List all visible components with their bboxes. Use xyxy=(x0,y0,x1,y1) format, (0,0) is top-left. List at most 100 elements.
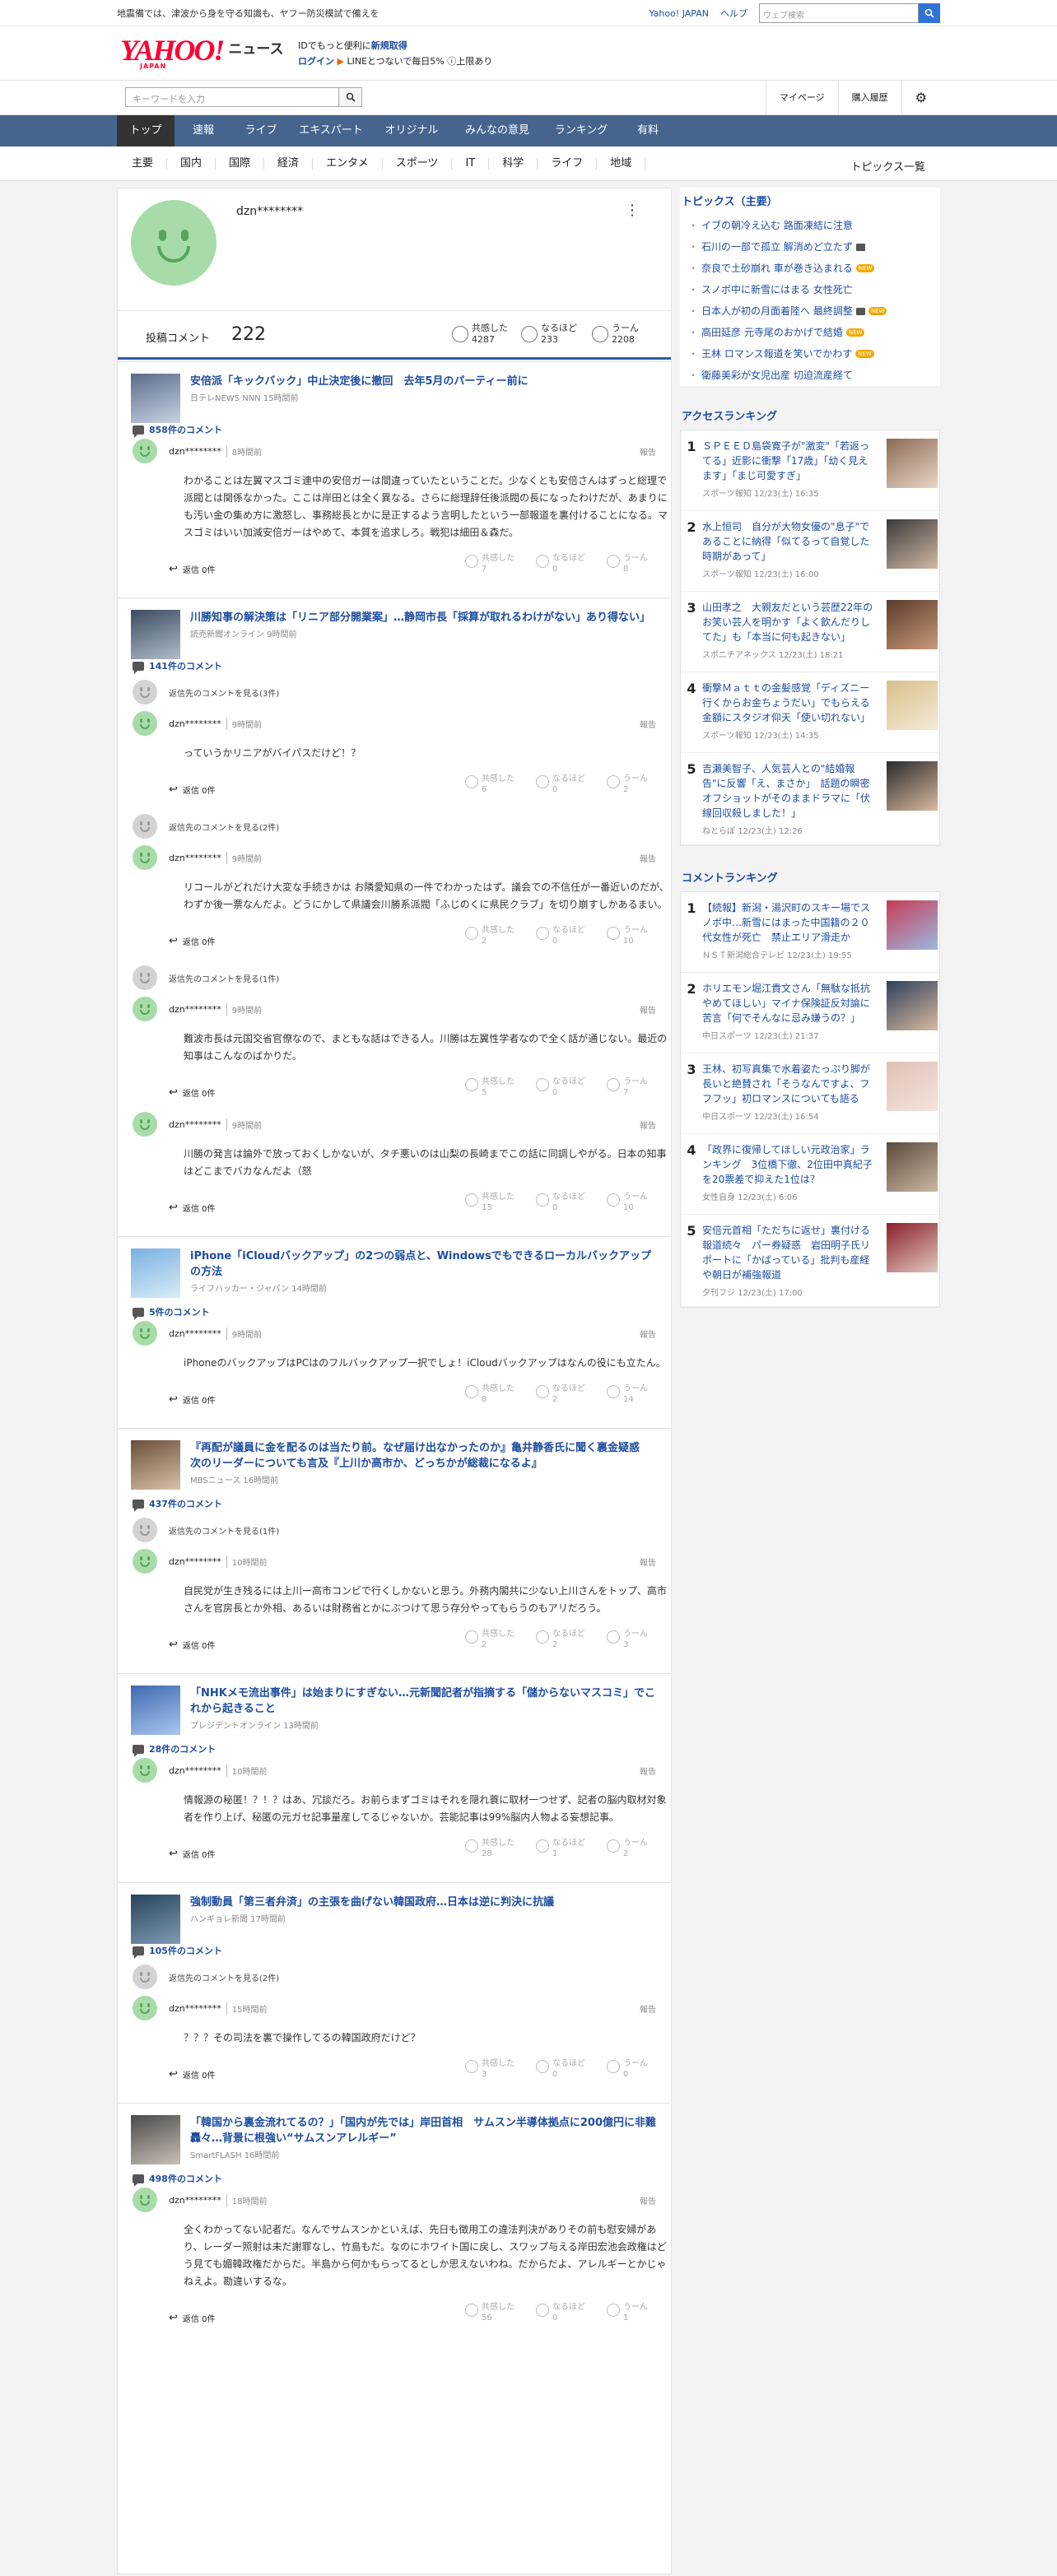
reply-button[interactable]: ↩ 返信 0件 xyxy=(169,935,215,947)
agree-button[interactable]: 共感した 13 xyxy=(465,1192,515,1213)
web-search-input[interactable]: ウェブ検索 xyxy=(759,3,919,23)
comment-count-link[interactable]: 858件のコメント xyxy=(118,412,671,438)
agree-button[interactable]: 共感した 2 xyxy=(465,925,515,946)
article-thumbnail[interactable] xyxy=(131,1248,180,1298)
keyword-input[interactable]: キーワードを入力 xyxy=(125,87,339,107)
report-link[interactable]: 報告 xyxy=(640,1555,656,1568)
article-thumbnail[interactable] xyxy=(131,2115,180,2164)
hmm-button[interactable]: うーん 8 xyxy=(607,553,648,574)
cat-world[interactable]: 国際 xyxy=(216,158,265,170)
comment-author[interactable]: dzn******** xyxy=(169,2195,221,2206)
nod-button[interactable]: なるほど 0 xyxy=(536,553,585,574)
hmm-button[interactable]: うーん 7 xyxy=(607,1076,648,1098)
gnav-breaking[interactable]: 速報 xyxy=(175,115,232,146)
nod-button[interactable]: なるほど 0 xyxy=(536,774,585,795)
ranking-item[interactable]: 5 安倍元首相「ただちに返せ」裏付ける報道続々 パー券疑惑 岩田明子氏リポートに… xyxy=(681,1215,939,1307)
report-link[interactable]: 報告 xyxy=(640,1118,656,1131)
ranking-item[interactable]: 5 吉瀬美智子、人気芸人との"結婚報告"に反響「え、まさか」 話題の瞬密オフショ… xyxy=(681,753,939,845)
view-parent-comment[interactable]: 返信先のコメントを見る(1件) xyxy=(133,961,656,994)
agree-button[interactable]: 共感した 8 xyxy=(465,1383,515,1405)
topic-item[interactable]: 衛藤美彩が女児出産 切迫流産経て xyxy=(680,365,940,386)
agree-button[interactable]: 共感した 5 xyxy=(465,1076,515,1098)
mypage-link[interactable]: マイページ xyxy=(765,81,838,115)
article-title-link[interactable]: 安倍派「キックバック」中止決定後に撤回 去年5月のパーティー前に xyxy=(190,374,658,389)
cat-main[interactable]: 主要 xyxy=(117,158,168,170)
cat-domestic[interactable]: 国内 xyxy=(167,158,217,170)
article-thumbnail[interactable] xyxy=(131,1686,180,1735)
cat-it[interactable]: IT xyxy=(452,158,490,170)
article-title-link[interactable]: 「韓国から裏金流れてるの？」「国内が先では」岸田首相 サムスン半導体拠点に200… xyxy=(190,2115,658,2146)
hmm-button[interactable]: うーん 1 xyxy=(607,2302,648,2323)
yahoo-news-logo[interactable]: YAHOO! JAPAN ニュース xyxy=(120,35,284,70)
article-title-link[interactable]: 「NHKメモ流出事件」は始まりにすぎない…元新聞記者が指摘する「儲からないマスコ… xyxy=(190,1686,658,1717)
comment-count-link[interactable]: 105件のコメント xyxy=(118,1932,671,1959)
gnav-original[interactable]: オリジナル xyxy=(372,115,451,146)
nod-button[interactable]: なるほど 0 xyxy=(536,1192,585,1213)
agree-button[interactable]: 共感した 6 xyxy=(465,774,515,795)
comment-count-link[interactable]: 498件のコメント xyxy=(118,2160,671,2187)
reply-button[interactable]: ↩ 返信 0件 xyxy=(169,563,215,575)
agree-button[interactable]: 共感した 3 xyxy=(465,2058,515,2080)
reply-button[interactable]: ↩ 返信 0件 xyxy=(169,783,215,796)
nod-button[interactable]: なるほど 2 xyxy=(536,1629,585,1650)
nod-button[interactable]: なるほど 2 xyxy=(536,1383,585,1405)
article-thumbnail[interactable] xyxy=(131,1440,180,1490)
line-promo-text[interactable]: LINEとつないで毎日5% xyxy=(347,56,444,67)
comment-author[interactable]: dzn******** xyxy=(169,1556,221,1567)
signup-link[interactable]: 新規取得 xyxy=(371,40,407,51)
nod-button[interactable]: なるほど 1 xyxy=(536,1838,585,1859)
topic-item[interactable]: 王林 ロマンス報道を笑いでかわすNEW xyxy=(680,343,940,365)
article-title-link[interactable]: 川勝知事の解決策は「リニア部分開業案」…静岡市長「採算が取れるわけがない」あり得… xyxy=(190,610,658,625)
hmm-button[interactable]: うーん 14 xyxy=(607,1383,648,1405)
topic-item[interactable]: スノボ中に新雪にはまる 女性死亡 xyxy=(680,279,940,300)
reply-button[interactable]: ↩ 返信 0件 xyxy=(169,2068,215,2081)
comment-author[interactable]: dzn******** xyxy=(169,1004,221,1015)
ranking-item[interactable]: 2 水上恒司 自分が大物女優の"息子"であることに納得「似てるって自覚した時期が… xyxy=(681,511,939,592)
hmm-button[interactable]: うーん 3 xyxy=(607,1629,648,1650)
article-title-link[interactable]: 『再配が議員に金を配るのは当たり前。なぜ届け出なかったのか』亀井静香氏に聞く裏金… xyxy=(190,1440,658,1472)
purchase-history-link[interactable]: 購入履歴 xyxy=(837,81,901,115)
cat-life[interactable]: ライフ xyxy=(538,158,598,170)
gnav-live[interactable]: ライブ xyxy=(232,115,290,146)
hmm-button[interactable]: うーん 2 xyxy=(607,1838,648,1859)
comment-count-link[interactable]: 5件のコメント xyxy=(118,1294,671,1320)
article-title-link[interactable]: 強制動員「第三者弁済」の主張を曲げない韓国政府…日本は逆に判決に抗議 xyxy=(190,1895,658,1910)
reply-button[interactable]: ↩ 返信 0件 xyxy=(169,2312,215,2324)
comment-author[interactable]: dzn******** xyxy=(169,1765,221,1776)
comment-author[interactable]: dzn******** xyxy=(169,853,221,863)
report-link[interactable]: 報告 xyxy=(640,718,656,730)
article-thumbnail[interactable] xyxy=(131,610,180,659)
cat-sports[interactable]: スポーツ xyxy=(383,158,453,170)
comment-author[interactable]: dzn******** xyxy=(169,2003,221,2014)
ranking-item[interactable]: 4 「政界に復帰してほしい元政治家」ランキング 3位橋下徹、2位田中真紀子を20… xyxy=(681,1134,939,1215)
ranking-item[interactable]: 1 ＳＰＥＥＤ島袋寛子が"激変"「若返ってる」近影に衝撃「17歳」「幼く見えます… xyxy=(681,430,939,511)
reply-button[interactable]: ↩ 返信 0件 xyxy=(169,1393,215,1406)
comment-count-link[interactable]: 141件のコメント xyxy=(118,648,671,674)
agree-button[interactable]: 共感した 56 xyxy=(465,2302,515,2323)
settings-button[interactable]: ⚙ xyxy=(901,81,940,115)
ranking-item[interactable]: 4 衝撃Ｍａｔｔの金髪感覚「ディズニー行くからお金ちょうだい」でもらえる金額にス… xyxy=(681,672,939,753)
topic-item[interactable]: イブの朝冷え込む 路面凍結に注意 xyxy=(680,215,940,236)
gnav-paid[interactable]: 有料 xyxy=(619,115,677,146)
topic-item[interactable]: 日本人が初の月面着陸へ 最終調整 NEW xyxy=(680,300,940,322)
comment-author[interactable]: dzn******** xyxy=(169,1328,221,1339)
report-link[interactable]: 報告 xyxy=(640,852,656,864)
view-parent-comment[interactable]: 返信先のコメントを見る(2件) xyxy=(133,1960,656,1993)
more-menu-icon[interactable]: ⋮ xyxy=(625,202,640,219)
topic-item[interactable]: 石川の一部で孤立 解消めど立たず xyxy=(680,236,940,258)
comment-author[interactable]: dzn******** xyxy=(169,446,221,457)
nod-button[interactable]: なるほど 0 xyxy=(536,2058,585,2080)
hmm-button[interactable]: うーん 10 xyxy=(607,1192,648,1213)
gnav-expert[interactable]: エキスパート xyxy=(290,115,372,146)
nod-button[interactable]: なるほど 0 xyxy=(536,925,585,946)
article-title-link[interactable]: iPhone「iCloudバックアップ」の2つの弱点と、Windowsでもできる… xyxy=(190,1248,658,1280)
ranking-item[interactable]: 3 山田孝之 大親友だという芸歴22年のお笑い芸人を明かす「よく飲んだりしてた」… xyxy=(681,592,939,672)
ranking-item[interactable]: 1 【続報】新潟・湯沢町のスキー場でスノボ中…新雪にはまった中国籍の２０代女性が… xyxy=(681,892,939,973)
login-link[interactable]: ログイン xyxy=(298,56,334,67)
help-link[interactable]: ヘルプ xyxy=(720,7,747,20)
topic-item[interactable]: 奈良で土砂崩れ 車が巻き込まれるNEW xyxy=(680,258,940,279)
keyword-search-button[interactable] xyxy=(339,87,362,107)
view-parent-comment[interactable]: 返信先のコメントを見る(2件) xyxy=(133,810,656,843)
reply-button[interactable]: ↩ 返信 0件 xyxy=(169,1202,215,1214)
reply-button[interactable]: ↩ 返信 0件 xyxy=(169,1086,215,1099)
